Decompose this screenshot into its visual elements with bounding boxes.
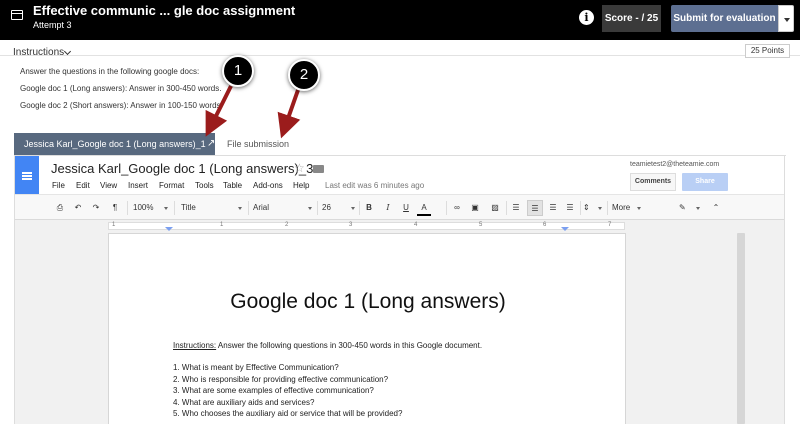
assignment-page: Effective communic ... gle doc assignmen… [0,0,800,424]
callout-arrow-2 [277,89,301,139]
callout-marker-1: 1 [222,55,254,87]
callout-arrow-1 [205,85,233,137]
callout-marker-2: 2 [288,59,320,91]
callout-arrows [205,85,301,139]
